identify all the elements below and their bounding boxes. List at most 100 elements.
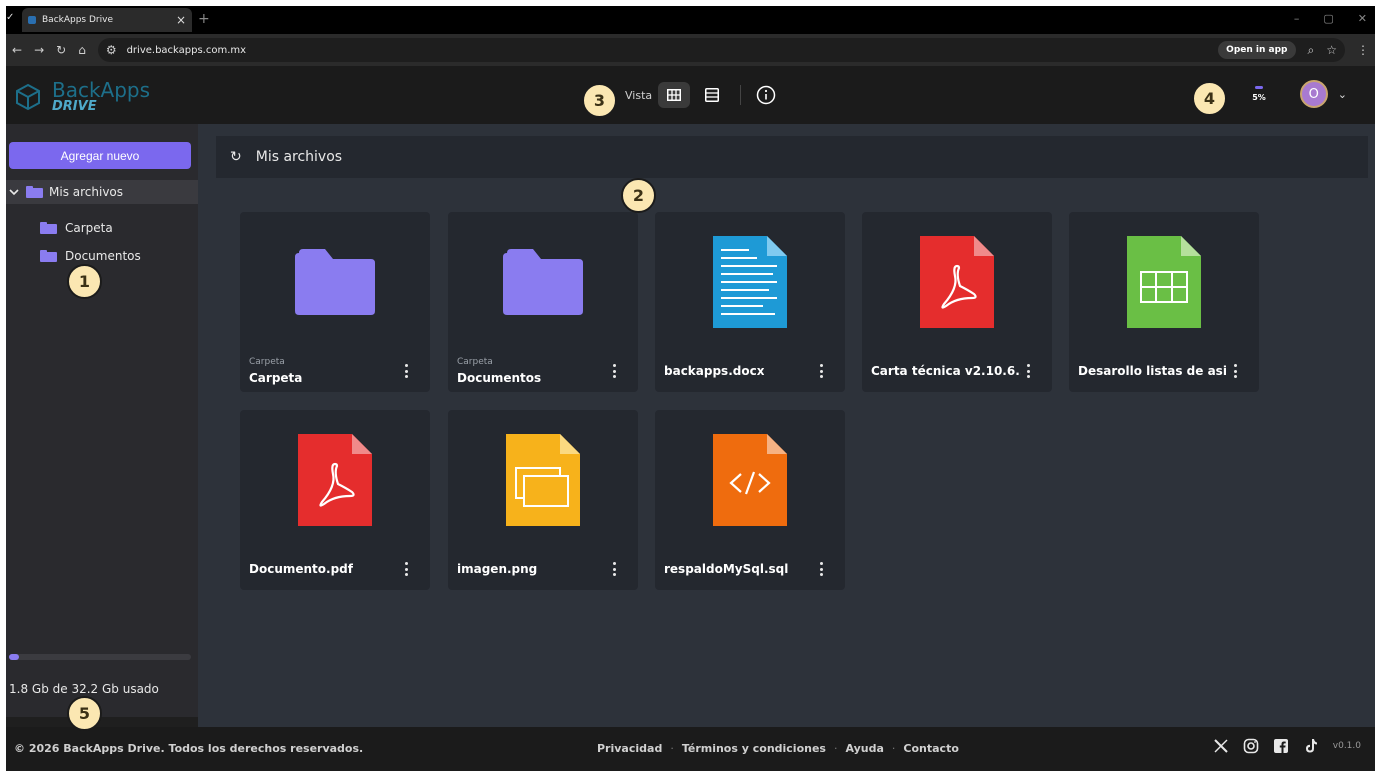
- user-avatar[interactable]: O: [1299, 80, 1328, 108]
- file-card-carpeta[interactable]: Carpeta Carpeta: [240, 212, 430, 392]
- main-content: ↻ Mis archivos Carpeta Carpeta Carpeta D…: [198, 124, 1375, 727]
- info-button[interactable]: [753, 82, 779, 108]
- file-type-label: Carpeta: [457, 357, 493, 367]
- url-text[interactable]: drive.backapps.com.mx: [127, 45, 246, 56]
- file-card-docx[interactable]: backapps.docx: [655, 212, 845, 392]
- storage-usage-bar: [9, 654, 191, 660]
- tab-close-icon[interactable]: ×: [176, 13, 186, 27]
- tab-search-icon[interactable]: ✓: [6, 12, 14, 23]
- grid-icon: [667, 89, 682, 101]
- open-in-app-button[interactable]: Open in app: [1218, 41, 1296, 59]
- add-new-button[interactable]: Agregar nuevo: [9, 142, 191, 169]
- forward-icon[interactable]: →: [34, 43, 44, 57]
- sidebar-item-label: Documentos: [65, 249, 141, 263]
- more-options-icon[interactable]: [608, 362, 620, 380]
- footer-separator: ·: [891, 742, 896, 755]
- sidebar-item-documentos[interactable]: Documentos: [40, 249, 141, 263]
- chevron-down-icon[interactable]: [8, 186, 20, 198]
- storage-usage-text: 1.8 Gb de 32.2 Gb usado: [9, 682, 159, 696]
- window-close-button[interactable]: ✕: [1358, 12, 1367, 25]
- annotation-badge-1: 1: [67, 264, 102, 299]
- file-card-code[interactable]: respaldoMySql.sql: [655, 410, 845, 590]
- file-name: Documento.pdf: [249, 562, 353, 576]
- card-thumbnail: [655, 410, 845, 550]
- footer-separator: ·: [670, 742, 674, 755]
- address-bar[interactable]: ⚙ drive.backapps.com.mx Open in app ⌕ ☆: [97, 38, 1345, 62]
- footer-link-terminos[interactable]: Términos y condiciones: [682, 742, 826, 755]
- card-thumbnail: [655, 212, 845, 352]
- restore-button[interactable]: ▢: [1323, 12, 1333, 25]
- upload-progress[interactable]: 5%: [1252, 86, 1266, 102]
- sidebar-item-mis-archivos[interactable]: Mis archivos: [6, 180, 198, 204]
- app-version: v0.1.0: [1332, 741, 1361, 751]
- folder-icon: [40, 250, 57, 262]
- card-thumbnail: [1069, 212, 1259, 352]
- list-icon: [705, 88, 720, 102]
- grid-view-button[interactable]: [658, 82, 691, 108]
- tiktok-icon[interactable]: [1303, 738, 1319, 754]
- footer-link-privacidad[interactable]: Privacidad: [597, 742, 662, 755]
- more-options-icon[interactable]: [400, 560, 412, 578]
- code-file-icon: [713, 434, 787, 526]
- annotation-badge-4: 4: [1192, 81, 1227, 116]
- file-card-documentos[interactable]: Carpeta Documentos: [448, 212, 638, 392]
- tab-title: BackApps Drive: [42, 15, 113, 25]
- file-name: Carpeta: [249, 371, 303, 385]
- browser-tab[interactable]: BackApps Drive ×: [22, 8, 192, 32]
- annotation-badge-2: 2: [621, 178, 656, 213]
- footer-link-ayuda[interactable]: Ayuda: [845, 742, 883, 755]
- card-thumbnail: [240, 212, 430, 352]
- list-view-button[interactable]: [696, 82, 728, 108]
- minimize-button[interactable]: –: [1294, 12, 1300, 25]
- breadcrumb: ↻ Mis archivos: [216, 136, 1368, 178]
- app-logo[interactable]: BackApps DRIVE: [14, 80, 150, 113]
- sidebar-item-carpeta[interactable]: Carpeta: [40, 221, 113, 235]
- spreadsheet-icon: [1127, 236, 1201, 328]
- pdf-icon: [298, 434, 372, 526]
- bookmark-star-icon[interactable]: ☆: [1326, 43, 1337, 57]
- refresh-icon[interactable]: ↻: [230, 149, 242, 165]
- storage-usage-fill: [9, 654, 20, 660]
- folder-icon: [503, 249, 583, 315]
- site-settings-icon[interactable]: ⚙: [106, 43, 117, 57]
- browser-menu-icon[interactable]: ⋮: [1357, 43, 1369, 57]
- file-card-pdf-2[interactable]: Documento.pdf: [240, 410, 430, 590]
- file-name: Carta técnica v2.10.6....: [871, 364, 1021, 378]
- more-options-icon[interactable]: [1022, 362, 1034, 380]
- image-file-icon: [506, 434, 580, 526]
- back-icon[interactable]: ←: [12, 43, 22, 57]
- new-tab-button[interactable]: +: [198, 11, 210, 27]
- file-card-pdf[interactable]: Carta técnica v2.10.6....: [862, 212, 1052, 392]
- file-card-image[interactable]: imagen.png: [448, 410, 638, 590]
- x-twitter-icon[interactable]: [1213, 738, 1229, 754]
- card-thumbnail: [448, 410, 638, 550]
- logo-title: BackApps: [52, 78, 151, 102]
- footer-link-contacto[interactable]: Contacto: [903, 742, 958, 755]
- file-card-xlsx[interactable]: Desarollo listas de asi...: [1069, 212, 1259, 392]
- file-name: respaldoMySql.sql: [664, 562, 789, 576]
- footer-links: Privacidad · Términos y condiciones · Ay…: [597, 742, 959, 755]
- file-name: imagen.png: [457, 562, 538, 576]
- home-icon[interactable]: ⌂: [78, 43, 86, 57]
- sidebar: Agregar nuevo Mis archivos Carpeta Docum…: [6, 124, 198, 717]
- chevron-down-icon[interactable]: ⌄: [1338, 88, 1347, 101]
- sidebar-item-label: Mis archivos: [49, 185, 124, 199]
- folder-icon: [40, 222, 57, 234]
- file-name: backapps.docx: [664, 364, 765, 378]
- facebook-icon[interactable]: [1273, 738, 1289, 754]
- pdf-icon: [920, 236, 994, 328]
- more-options-icon[interactable]: [400, 362, 412, 380]
- more-options-icon[interactable]: [608, 560, 620, 578]
- card-thumbnail: [240, 410, 430, 550]
- more-options-icon[interactable]: [815, 362, 827, 380]
- header-user-area: 5% O ⌄: [1252, 80, 1347, 108]
- more-options-icon[interactable]: [815, 560, 827, 578]
- more-options-icon[interactable]: [1229, 362, 1241, 380]
- zoom-icon[interactable]: ⌕: [1308, 43, 1315, 58]
- upload-progress-text: 5%: [1252, 93, 1266, 102]
- breadcrumb-current: Mis archivos: [255, 149, 343, 165]
- reload-icon[interactable]: ↻: [56, 43, 66, 57]
- word-document-icon: [713, 236, 787, 328]
- instagram-icon[interactable]: [1243, 738, 1259, 754]
- favicon-icon: [28, 16, 36, 24]
